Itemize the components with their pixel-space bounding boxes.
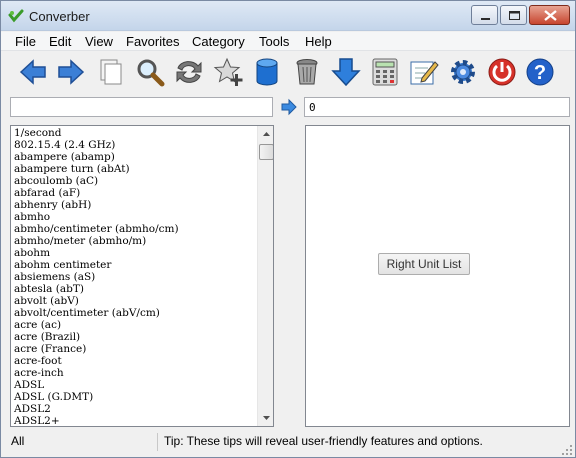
- toolbar: ?: [1, 52, 575, 92]
- list-item[interactable]: abvolt (abV): [11, 295, 257, 307]
- database-icon[interactable]: [251, 56, 283, 88]
- svg-text:?: ?: [534, 62, 546, 84]
- list-item[interactable]: abmho: [11, 211, 257, 223]
- convert-arrow-icon[interactable]: [280, 98, 298, 116]
- main-window: Converber File Edit View Favorites Categ…: [0, 0, 576, 458]
- menu-category[interactable]: Category: [192, 34, 245, 49]
- forward-arrow-icon[interactable]: [55, 56, 87, 88]
- list-item[interactable]: abampere (abamp): [11, 151, 257, 163]
- list-item[interactable]: abohm centimeter: [11, 259, 257, 271]
- menu-tools[interactable]: Tools: [259, 34, 289, 49]
- list-item[interactable]: acre (Brazil): [11, 331, 257, 343]
- close-icon: [544, 10, 557, 21]
- close-button[interactable]: [529, 5, 570, 25]
- app-logo-icon: [8, 9, 24, 23]
- menu-bar: File Edit View Favorites Category Tools …: [1, 32, 575, 51]
- minimize-button[interactable]: [471, 5, 498, 25]
- list-item[interactable]: abfarad (aF): [11, 187, 257, 199]
- status-separator: [157, 433, 158, 451]
- search-icon[interactable]: [134, 56, 166, 88]
- list-item[interactable]: abampere turn (abAt): [11, 163, 257, 175]
- list-item[interactable]: 1/second: [11, 127, 257, 139]
- list-item[interactable]: ADSL2+: [11, 415, 257, 426]
- list-item[interactable]: acre (France): [11, 343, 257, 355]
- to-value-display[interactable]: 0: [304, 97, 570, 117]
- maximize-button[interactable]: [500, 5, 527, 25]
- trash-icon[interactable]: [291, 56, 323, 88]
- menu-help[interactable]: Help: [305, 34, 332, 49]
- power-icon[interactable]: [486, 56, 518, 88]
- list-item[interactable]: abohm: [11, 247, 257, 259]
- list-item[interactable]: acre (ac): [11, 319, 257, 331]
- download-icon[interactable]: [330, 56, 362, 88]
- menu-favorites[interactable]: Favorites: [126, 34, 179, 49]
- list-item[interactable]: ADSL: [11, 379, 257, 391]
- settings-icon[interactable]: [447, 56, 479, 88]
- menu-file[interactable]: File: [15, 34, 36, 49]
- from-value-input[interactable]: [10, 97, 273, 117]
- resize-grip-icon[interactable]: [561, 444, 573, 456]
- scroll-up-icon[interactable]: [258, 126, 274, 143]
- status-tip: Tip: These tips will reveal user-friendl…: [164, 434, 483, 448]
- left-unit-list-body: 1/second 802.15.4 (2.4 GHz) abampere (abam…: [11, 126, 257, 426]
- menu-view[interactable]: View: [85, 34, 113, 49]
- help-icon[interactable]: ?: [524, 56, 556, 88]
- add-favorite-icon[interactable]: [213, 56, 245, 88]
- scrollbar-thumb[interactable]: [259, 144, 273, 160]
- list-item[interactable]: abmho/centimeter (abmho/cm): [11, 223, 257, 235]
- list-item[interactable]: acre-foot: [11, 355, 257, 367]
- maximize-icon: [509, 11, 520, 20]
- minimize-icon: [481, 18, 490, 20]
- list-item[interactable]: abvolt/centimeter (abV/cm): [11, 307, 257, 319]
- list-item[interactable]: abcoulomb (aC): [11, 175, 257, 187]
- menu-edit[interactable]: Edit: [49, 34, 71, 49]
- list-item[interactable]: abmho/meter (abmho/m): [11, 235, 257, 247]
- left-list-scrollbar[interactable]: [257, 126, 274, 426]
- list-item[interactable]: 802.15.4 (2.4 GHz): [11, 139, 257, 151]
- left-unit-list[interactable]: 1/second 802.15.4 (2.4 GHz) abampere (abam…: [10, 125, 274, 427]
- status-bar: All Tip: These tips will reveal user-fri…: [1, 431, 575, 457]
- list-item[interactable]: ADSL (G.DMT): [11, 391, 257, 403]
- list-item[interactable]: absiemens (aS): [11, 271, 257, 283]
- swap-icon[interactable]: [173, 56, 205, 88]
- list-item[interactable]: acre-inch: [11, 367, 257, 379]
- list-item[interactable]: abtesla (abT): [11, 283, 257, 295]
- status-category: All: [11, 434, 25, 448]
- list-item[interactable]: abhenry (abH): [11, 199, 257, 211]
- scroll-down-icon[interactable]: [258, 409, 274, 426]
- copy-icon[interactable]: [95, 56, 127, 88]
- edit-icon[interactable]: [408, 56, 440, 88]
- title-bar: Converber: [1, 1, 575, 31]
- back-arrow-icon[interactable]: [17, 56, 49, 88]
- list-item[interactable]: ADSL2: [11, 403, 257, 415]
- right-unit-list-label: Right Unit List: [378, 253, 470, 275]
- window-title: Converber: [29, 9, 90, 24]
- calculator-icon[interactable]: [369, 56, 401, 88]
- right-unit-list[interactable]: Right Unit List: [305, 125, 570, 427]
